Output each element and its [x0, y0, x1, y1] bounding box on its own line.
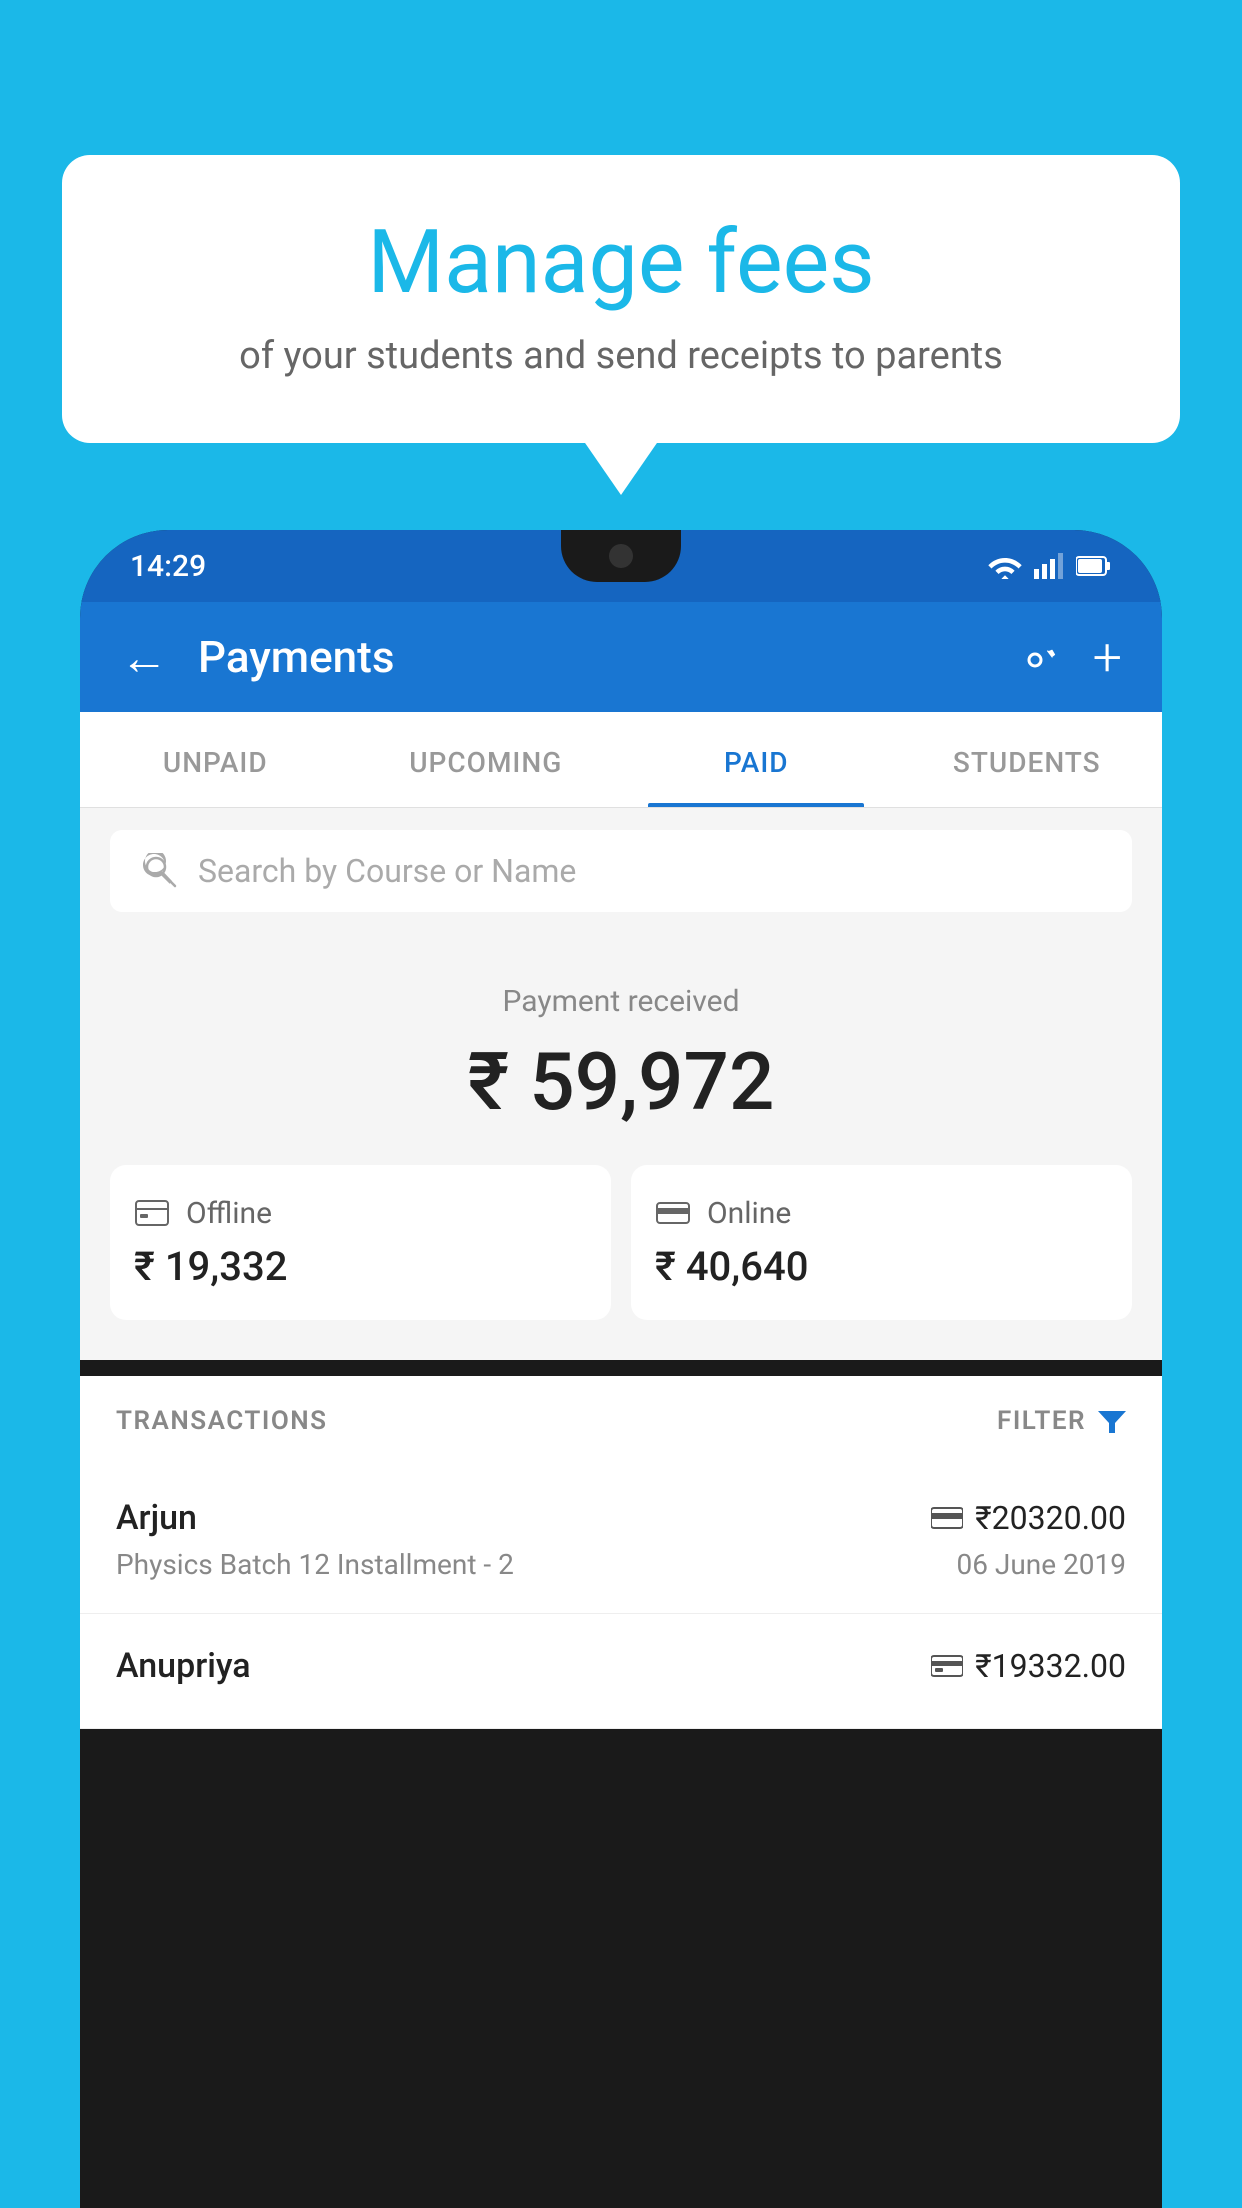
filter-label: FILTER	[997, 1406, 1086, 1436]
payment-received-section: Payment received ₹ 59,972 Offline ₹ 19,3…	[80, 934, 1162, 1360]
transaction-name-arjun: Arjun	[116, 1498, 197, 1538]
battery-icon	[1076, 555, 1112, 577]
tab-paid[interactable]: PAID	[621, 712, 892, 807]
phone-notch	[561, 530, 681, 582]
offline-icon	[134, 1195, 170, 1231]
online-payment-card: Online ₹ 40,640	[631, 1165, 1132, 1320]
settings-button[interactable]	[1013, 631, 1057, 683]
status-icons	[988, 553, 1112, 579]
manage-fees-title: Manage fees	[142, 215, 1100, 312]
search-bar[interactable]: Search by Course or Name	[110, 830, 1132, 912]
tab-upcoming[interactable]: UPCOMING	[351, 712, 622, 807]
search-icon	[142, 853, 178, 889]
transaction-course-arjun: Physics Batch 12 Installment - 2	[116, 1548, 514, 1581]
back-button[interactable]: ←	[120, 629, 168, 686]
payment-total-amount: ₹ 59,972	[110, 1035, 1132, 1129]
status-bar: 14:29	[80, 530, 1162, 602]
manage-fees-subtitle: of your students and send receipts to pa…	[142, 334, 1100, 378]
anupriya-amount-row: ₹19332.00	[931, 1647, 1126, 1685]
online-amount: ₹ 40,640	[655, 1243, 1108, 1290]
header-title: Payments	[198, 631, 1013, 683]
signal-icon	[1034, 553, 1064, 579]
transaction-details-arjun: Physics Batch 12 Installment - 2 06 June…	[116, 1548, 1126, 1581]
transactions-label: TRANSACTIONS	[116, 1406, 328, 1436]
header-icons: +	[1013, 627, 1122, 688]
filter-icon	[1098, 1407, 1126, 1435]
online-icon	[655, 1195, 691, 1231]
filter-row[interactable]: FILTER	[997, 1406, 1126, 1436]
online-card-header: Online	[655, 1195, 1108, 1231]
transaction-row[interactable]: Arjun ₹20320.00 Physics Batch 12 Install…	[80, 1466, 1162, 1614]
online-payment-icon	[931, 1506, 963, 1530]
transaction-name-anupriya: Anupriya	[116, 1646, 251, 1686]
offline-label: Offline	[186, 1196, 272, 1231]
tabs-container: UNPAID UPCOMING PAID STUDENTS	[80, 712, 1162, 808]
transaction-date-arjun: 06 June 2019	[956, 1548, 1126, 1581]
payment-cards-row: Offline ₹ 19,332 Online ₹ 40,640	[110, 1165, 1132, 1320]
search-placeholder-text: Search by Course or Name	[198, 852, 576, 890]
arjun-amount-row: ₹20320.00	[931, 1499, 1126, 1537]
transaction-amount-arjun: ₹20320.00	[975, 1499, 1126, 1537]
offline-payment-icon	[931, 1654, 963, 1678]
online-label: Online	[707, 1196, 791, 1231]
offline-amount: ₹ 19,332	[134, 1243, 587, 1290]
offline-card-header: Offline	[134, 1195, 587, 1231]
add-button[interactable]: +	[1093, 627, 1122, 688]
search-container: Search by Course or Name	[80, 808, 1162, 934]
speech-bubble-container: Manage fees of your students and send re…	[62, 155, 1180, 443]
tab-students[interactable]: STUDENTS	[892, 712, 1163, 807]
transaction-row[interactable]: Anupriya ₹19332.00	[80, 1614, 1162, 1729]
wifi-icon	[988, 553, 1022, 579]
transaction-top-anupriya: Anupriya ₹19332.00	[116, 1646, 1126, 1686]
tab-unpaid[interactable]: UNPAID	[80, 712, 351, 807]
transaction-top-arjun: Arjun ₹20320.00	[116, 1498, 1126, 1538]
speech-bubble: Manage fees of your students and send re…	[62, 155, 1180, 443]
offline-payment-card: Offline ₹ 19,332	[110, 1165, 611, 1320]
transaction-amount-anupriya: ₹19332.00	[975, 1647, 1126, 1685]
status-time: 14:29	[130, 549, 206, 584]
transactions-header: TRANSACTIONS FILTER	[80, 1376, 1162, 1466]
camera-dot	[609, 544, 633, 568]
app-header: ← Payments +	[80, 602, 1162, 712]
phone-frame: 14:29 ← Payments	[80, 530, 1162, 2208]
payment-received-label: Payment received	[110, 984, 1132, 1019]
